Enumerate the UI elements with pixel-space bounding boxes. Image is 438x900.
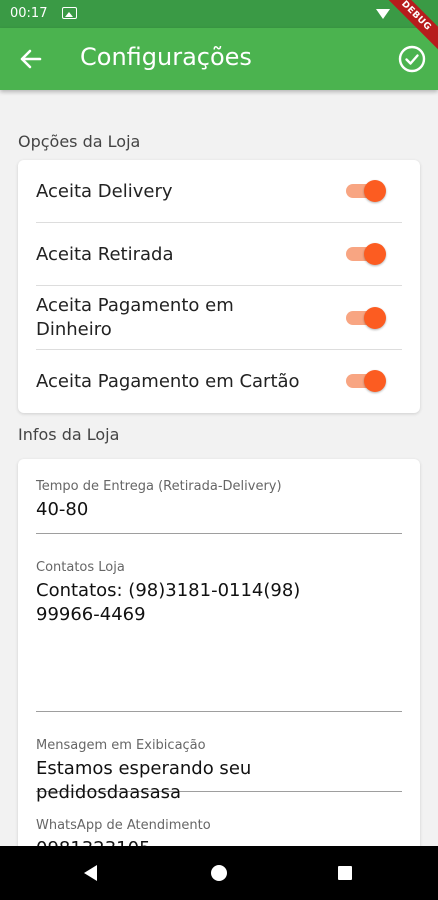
nav-back-icon[interactable] [84, 865, 97, 881]
toggle-thumb [364, 370, 386, 392]
wifi-icon [376, 9, 390, 19]
toggle-thumb [364, 307, 386, 329]
toggle-thumb [364, 180, 386, 202]
field-value: Contatos: (98)3181-0114(98) 99966-4469 [36, 580, 301, 625]
option-label: Aceita Pagamento em Dinheiro [36, 295, 234, 340]
option-label: Aceita Delivery [36, 181, 173, 202]
status-time: 00:17 [10, 6, 48, 21]
nav-home-icon[interactable] [211, 865, 227, 881]
cash-toggle[interactable] [346, 307, 386, 329]
field-label: Contatos Loja [36, 560, 125, 575]
status-bar: 00:17 [0, 0, 438, 28]
delivery-toggle[interactable] [346, 180, 386, 202]
page-title: Configurações [80, 43, 252, 71]
option-row-cash: Aceita Pagamento em Dinheiro [36, 286, 402, 350]
store-options-card: Aceita Delivery Aceita Retirada Aceita P… [18, 160, 420, 413]
image-notification-icon [62, 7, 77, 19]
card-payment-toggle[interactable] [346, 370, 386, 392]
option-row-delivery: Aceita Delivery [36, 160, 402, 223]
option-label: Aceita Retirada [36, 244, 174, 265]
pickup-toggle[interactable] [346, 243, 386, 265]
arrow-back-icon [20, 49, 42, 69]
store-contacts-field[interactable]: Contatos Loja Contatos: (98)3181-0114(98… [36, 560, 402, 712]
option-row-pickup: Aceita Retirada [36, 223, 402, 286]
field-label: Mensagem em Exibicação [36, 738, 206, 753]
store-info-title: Infos da Loja [18, 425, 120, 444]
option-label: Aceita Pagamento em Cartão [36, 371, 300, 392]
toggle-thumb [364, 243, 386, 265]
nav-recents-icon[interactable] [338, 866, 352, 880]
store-options-title: Opções da Loja [18, 132, 141, 151]
store-info-card: Tempo de Entrega (Retirada-Delivery) 40-… [18, 459, 420, 879]
field-value: 40-80 [36, 499, 89, 520]
back-button[interactable] [12, 41, 50, 77]
display-message-field[interactable]: Mensagem em Exibicação Estamos esperando… [36, 738, 402, 803]
check-circle-icon [398, 45, 426, 73]
navigation-bar [0, 846, 438, 900]
field-value: Estamos esperando seu pedidosdaasasa [36, 758, 252, 803]
option-row-card: Aceita Pagamento em Cartão [36, 350, 402, 413]
app-bar: Configurações [0, 28, 438, 90]
confirm-button[interactable] [396, 43, 428, 75]
delivery-time-field[interactable]: Tempo de Entrega (Retirada-Delivery) 40-… [36, 479, 402, 534]
field-label: WhatsApp de Atendimento [36, 818, 211, 833]
field-label: Tempo de Entrega (Retirada-Delivery) [36, 479, 282, 494]
